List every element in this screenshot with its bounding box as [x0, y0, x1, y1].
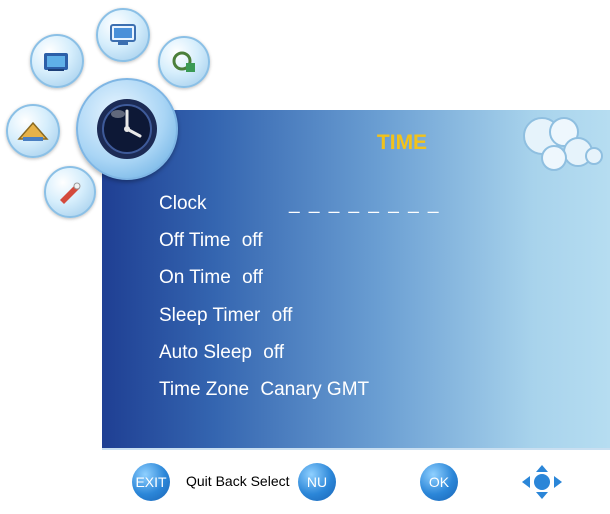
footer-bar: EXIT NU Quit Back Select OK	[102, 448, 610, 514]
lock-category-bubble[interactable]	[44, 166, 96, 218]
exit-button[interactable]: EXIT	[132, 463, 170, 501]
menu-item-label: Auto Sleep	[159, 342, 252, 363]
dpad-icon[interactable]	[520, 463, 564, 501]
setup-category-bubble[interactable]	[6, 104, 60, 158]
menu-item-value: off	[271, 305, 293, 326]
channel-category-bubble[interactable]	[158, 36, 210, 88]
tv-icon	[44, 53, 68, 71]
tv-category-bubble[interactable]	[30, 34, 84, 88]
picture-icon	[110, 24, 136, 45]
menu-item-label: Off Time	[159, 230, 231, 251]
footer-hint-text: Quit Back Select	[186, 473, 290, 489]
menu-item-time-zone[interactable]: Time Zone Canary GMT	[159, 379, 369, 401]
menu-item-label: Time Zone	[159, 379, 250, 400]
lock-icon	[60, 182, 81, 204]
setup-icon	[17, 121, 49, 141]
menu-item-label: On Time	[159, 267, 231, 288]
menu-item-off-time[interactable]: Off Time off	[159, 230, 263, 252]
menu-item-label: Sleep Timer	[159, 305, 261, 326]
menu-item-on-time[interactable]: On Time off	[159, 267, 263, 289]
menu-item-label: Clock	[159, 193, 207, 214]
channel-icon	[172, 51, 195, 72]
menu-item-value: off	[241, 230, 263, 251]
clock-value: _ _ _ _ _ _ _ _	[289, 193, 441, 214]
cloud-icon	[523, 117, 603, 171]
picture-category-bubble[interactable]	[96, 8, 150, 62]
menu-title: TIME	[376, 131, 428, 154]
menu-item-clock[interactable]: Clock _ _ _ _ _ _ _ _	[159, 193, 439, 215]
time-icon	[97, 99, 157, 159]
ok-button[interactable]: OK	[420, 463, 458, 501]
menu-item-value: off	[242, 267, 263, 288]
menu-button[interactable]: NU	[298, 463, 336, 501]
menu-item-value: off	[263, 342, 285, 363]
menu-item-value: Canary GMT	[260, 379, 370, 400]
time-category-bubble[interactable]	[76, 78, 178, 180]
menu-item-auto-sleep[interactable]: Auto Sleep off	[159, 342, 284, 364]
menu-item-sleep-timer[interactable]: Sleep Timer off	[159, 305, 292, 327]
